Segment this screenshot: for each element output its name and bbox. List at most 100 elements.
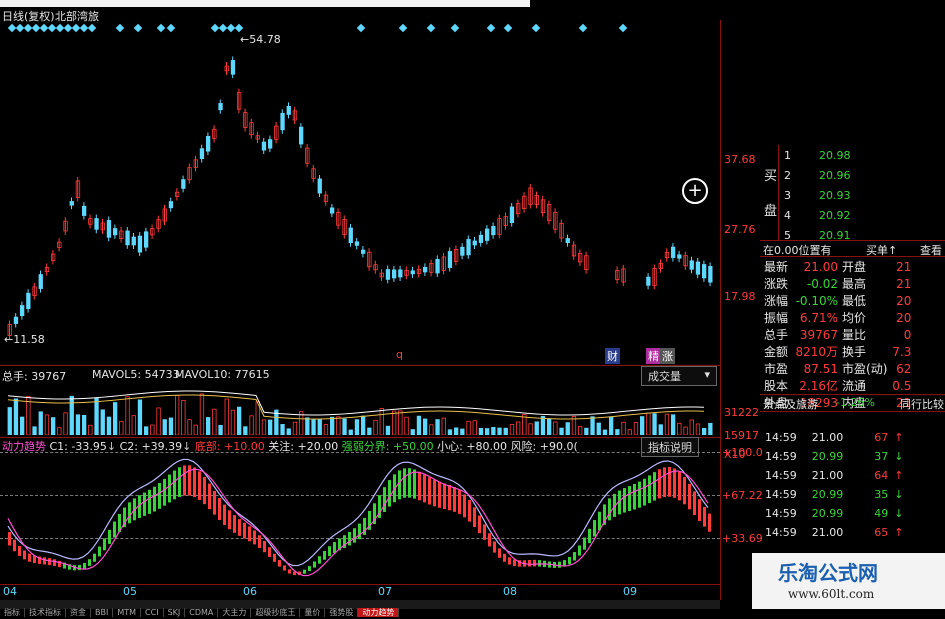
indicator-bar [698,499,701,521]
indicator-bar [433,479,436,507]
indicator-bar [473,507,476,527]
indicator-bar [653,472,656,501]
peer-compare-link[interactable]: 同行比较 [900,396,944,412]
tab-3[interactable]: BBI [91,608,114,617]
indicator-bar [643,478,646,506]
indicator-bar [203,476,206,505]
indicator-bar [308,566,311,572]
indicator-bar [428,477,431,505]
indicator-bar [648,475,651,504]
volume-bar [113,402,118,435]
zoom-plus-icon[interactable]: + [682,178,708,204]
marker-finance[interactable]: 财 [605,348,620,364]
indicator-bar [143,492,146,516]
volume-bar [44,414,50,435]
volume-bar [261,419,267,435]
volume-bar [708,422,713,435]
volume-bar [199,393,205,435]
sector-label[interactable]: 景点及旅游 [763,396,818,412]
tab-5[interactable]: CCI [141,608,164,617]
indicator-bar [23,550,26,560]
order-row[interactable]: 1 20.98 [780,145,855,165]
candle [348,227,353,244]
quote-table: 最新 21.00 开盘 21 涨跌 -0.02 最高 21 涨幅 -0.10% 最低 20 振幅 6.71… [762,258,913,411]
candle [447,251,453,268]
indicator-bar [458,490,461,515]
volume-bar [94,397,99,435]
tab-2[interactable]: 资金 [66,608,91,617]
volume-bar [13,398,19,435]
indicator-bar [208,483,211,510]
tick-row: 14:59 21.00 67 ↑ [762,428,906,447]
volume-bar [181,399,186,435]
tab-1[interactable]: 技术指标 [25,608,66,617]
tab-4[interactable]: MTM [113,608,142,617]
candle [261,141,267,151]
indicator-bar [488,533,491,547]
order-row[interactable]: 2 20.96 [780,165,855,185]
arrow-up-icon: ↑ [894,431,904,444]
volume-bar [82,414,87,435]
order-row[interactable]: 4 20.92 [780,205,855,225]
volume-bar [689,419,694,435]
volume-bar [447,429,453,435]
marker-zhang[interactable]: 涨 [660,348,675,364]
indicator-bar [223,504,226,525]
candle [298,126,304,145]
indicator-bar [448,485,451,511]
watermark-url: www.60lt.com [788,587,875,601]
tab-0[interactable]: 指标 [0,608,25,617]
quote-row: 振幅 6.71% 均价 20 [764,310,912,326]
candlestick-chart[interactable] [0,20,720,365]
indicator-bar [108,529,111,544]
indicator-bar [638,481,641,508]
volume-bar [695,423,701,435]
tab-8[interactable]: 大主力 [218,608,252,617]
indicator-bar [358,523,361,540]
indicator-bar [193,467,196,498]
indicator-bar [478,515,481,534]
volume-bar [509,424,515,435]
indicator-tab-bar: 指标 技术指标 资金 BBI MTM CCI SKJ CDMA 大主力 超级抄底王 量价 强势股 动力趋… [0,600,720,617]
candle [360,249,366,254]
volume-bar [7,407,12,435]
indicator-bar [408,468,411,498]
volume-bar [379,407,384,435]
order-row[interactable]: 3 20.93 [780,185,855,205]
indicator-bar [13,539,16,552]
volume-bar [267,419,273,435]
quote-row: 涨跌 -0.02 最高 21 [764,276,912,292]
volume-bar [602,429,608,435]
candle [646,276,651,286]
price-scale-1: 37.68 [724,153,756,166]
indicator-bar [663,467,666,498]
candle [460,246,465,256]
top-toolbar-cut [0,0,530,7]
indicator-bar [533,559,536,567]
indicator-bar [348,531,351,546]
x-axis-line [0,584,720,585]
indicator-bar [668,466,671,497]
marker-jing[interactable]: 精 [646,348,661,364]
volume-bar [360,415,366,435]
tab-12[interactable]: 动力趋势 [358,608,400,617]
tab-11[interactable]: 强势股 [325,608,359,617]
indicator-bar [588,528,591,544]
volume-bar [478,428,484,435]
volume-bar [416,415,422,435]
volume-scale-1: 31222 [724,406,759,419]
tab-6[interactable]: SKJ [164,608,186,617]
tab-7[interactable]: CDMA [185,608,219,617]
quote-row: 涨幅 -0.10% 最低 20 [764,293,912,309]
high-price-label: ←54.78 [240,33,281,46]
indicator-bar [268,547,271,557]
indicator-bar [333,542,336,554]
indicator-bar [583,537,586,550]
tab-9[interactable]: 超级抄底王 [251,608,301,617]
volume-bar [292,421,298,435]
volume-bar [150,424,155,435]
indicator-bar [28,553,31,562]
candle [398,269,403,278]
tab-10[interactable]: 量价 [300,608,326,617]
volume-bar [212,408,217,435]
